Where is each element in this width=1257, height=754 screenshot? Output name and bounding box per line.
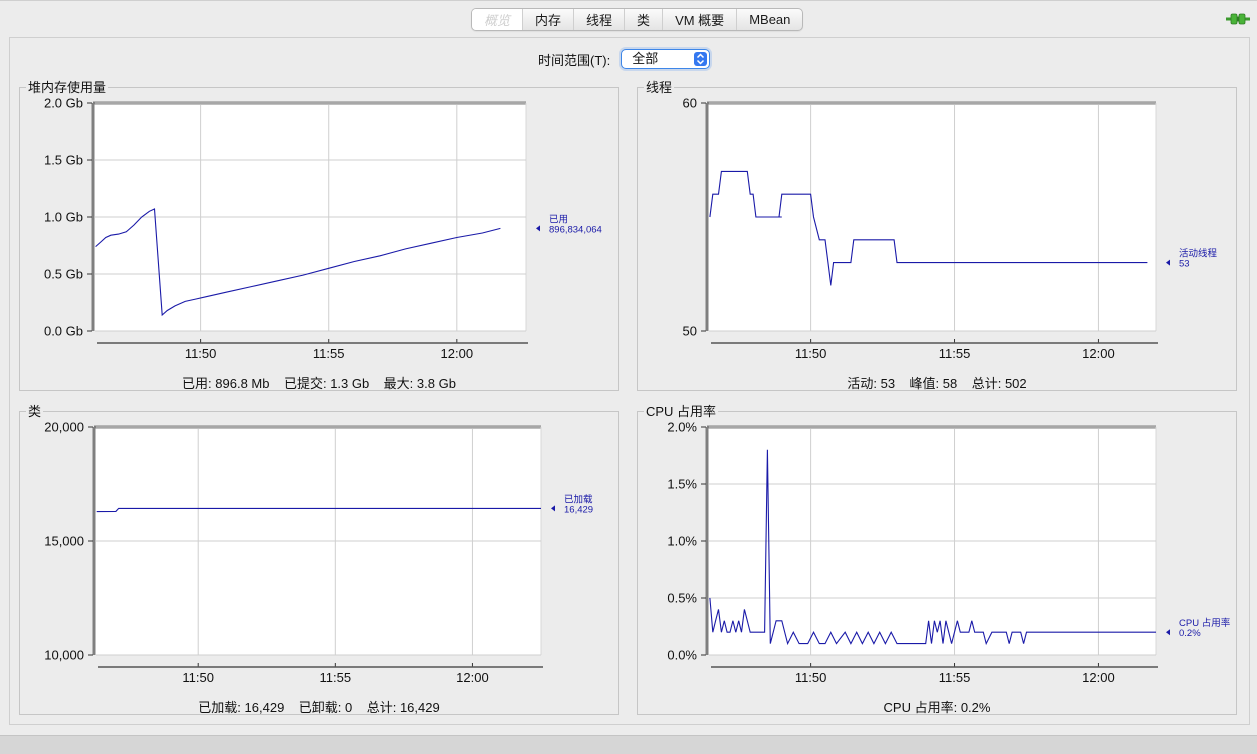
heap-memory-panel: 堆内存使用量 11:50 11:55 12:00 0.0 Gb 0.5 Gb 1.0 Gb… bbox=[19, 80, 619, 392]
tab-mbean[interactable]: MBean bbox=[736, 9, 802, 30]
summary-value: 53 bbox=[880, 376, 896, 391]
x-tick-label: 11:50 bbox=[182, 670, 214, 685]
summary-label: CPU 占用率: bbox=[883, 700, 958, 715]
classes-panel: 类 11:50 11:55 12:00 10,000 15,000 20,000 已加载 16… bbox=[19, 404, 619, 716]
x-tick-label: 11:55 bbox=[939, 346, 971, 361]
y-tick-label: 2.0% bbox=[667, 420, 697, 435]
y-tick-label: 10,000 bbox=[44, 648, 84, 663]
series-value-label: 16,429 bbox=[564, 504, 593, 515]
summary-label: 已卸载: bbox=[298, 700, 342, 715]
tab-vm-summary[interactable]: VM 概要 bbox=[662, 9, 736, 30]
summary-label: 最大: bbox=[383, 376, 414, 391]
time-range-value: 全部 bbox=[632, 51, 659, 66]
classes-summary: 已加载: 16,429 已卸载: 0 总计: 16,429 bbox=[20, 697, 618, 716]
y-tick-label: 50 bbox=[683, 324, 697, 339]
summary-value: 502 bbox=[1004, 376, 1027, 391]
current-value-marker-icon bbox=[1166, 259, 1170, 266]
y-tick-label: 60 bbox=[683, 96, 697, 111]
x-tick-label: 12:00 bbox=[441, 346, 474, 361]
y-tick-label: 20,000 bbox=[44, 420, 84, 435]
y-tick-label: 0.0% bbox=[667, 648, 697, 663]
bottom-status-bar bbox=[0, 735, 1257, 754]
summary-label: 已用: bbox=[182, 376, 212, 391]
x-tick-label: 12:00 bbox=[1082, 670, 1115, 685]
tab-bar: 概览 内存 线程 类 VM 概要 MBean bbox=[471, 8, 804, 31]
series-value-label: 896,834,064 bbox=[549, 224, 602, 235]
tab-threads[interactable]: 线程 bbox=[573, 9, 624, 30]
x-tick-label: 11:50 bbox=[185, 346, 217, 361]
x-tick-label: 11:50 bbox=[795, 346, 827, 361]
y-tick-label: 2.0 Gb bbox=[44, 96, 83, 111]
series-value-label: 0.2% bbox=[1179, 628, 1201, 639]
series-value-label: 53 bbox=[1179, 259, 1190, 270]
summary-label: 活动: bbox=[847, 376, 877, 391]
cpu-usage-chart: 11:50 11:55 12:000.0%0.5%1.0%1.5%2.0%CPU 占… bbox=[667, 420, 1230, 686]
y-tick-label: 0.5% bbox=[667, 591, 697, 606]
summary-value: 58 bbox=[942, 376, 958, 391]
time-range-select[interactable]: 全部 bbox=[621, 49, 711, 69]
summary-value: 0 bbox=[345, 700, 353, 715]
summary-value: 16,429 bbox=[244, 700, 285, 715]
threads-chart: 11:50 11:55 12:005060活动线程53 bbox=[683, 96, 1218, 362]
y-tick-label: 15,000 bbox=[44, 534, 84, 549]
summary-label: 已加载: bbox=[198, 700, 241, 715]
summary-value: 3.8 Gb bbox=[416, 376, 456, 391]
summary-label: 总计: bbox=[366, 700, 397, 715]
summary-value: 0.2% bbox=[960, 700, 991, 715]
app-window: 概览 内存 线程 类 VM 概要 MBean 时间范围(T): 全部 堆内存使用… bbox=[0, 0, 1257, 736]
x-tick-label: 11:50 bbox=[795, 670, 827, 685]
y-tick-label: 0.5 Gb bbox=[44, 267, 83, 282]
current-value-marker-icon bbox=[551, 505, 555, 512]
x-tick-label: 11:55 bbox=[313, 346, 345, 361]
heap-memory-chart: 11:50 11:55 12:00 0.0 Gb 0.5 Gb 1.0 Gb 1.5 Gb 2… bbox=[44, 96, 602, 362]
heap-memory-summary: 已用: 896.8 Mb 已提交: 1.3 Gb 最大: 3.8 Gb bbox=[20, 373, 618, 392]
summary-label: 峰值: bbox=[909, 376, 940, 391]
time-range-label: 时间范围(T): bbox=[538, 52, 611, 68]
cpu-usage-panel: CPU 占用率 11:50 11:55 12:00 0.0% 0.5% 1.0% 1.5% 2… bbox=[637, 404, 1237, 716]
x-tick-label: 12:00 bbox=[1082, 346, 1115, 361]
tab-overview[interactable]: 概览 bbox=[472, 9, 523, 30]
current-value-marker-icon bbox=[1166, 629, 1170, 636]
current-value-marker-icon bbox=[536, 225, 540, 232]
tab-classes[interactable]: 类 bbox=[624, 9, 662, 30]
classes-chart: 11:50 11:55 12:0010,00015,00020,000已加载16,4… bbox=[44, 420, 593, 686]
y-tick-label: 1.0 Gb bbox=[44, 210, 83, 225]
tab-memory[interactable]: 内存 bbox=[522, 9, 573, 30]
summary-label: 已提交: bbox=[283, 376, 327, 391]
y-tick-label: 1.5% bbox=[667, 477, 697, 492]
x-tick-label: 12:00 bbox=[456, 670, 489, 685]
summary-value: 896.8 Mb bbox=[215, 376, 270, 391]
summary-value: 1.3 Gb bbox=[330, 376, 370, 391]
cpu-usage-summary: CPU 占用率: 0.2% bbox=[638, 697, 1236, 716]
time-range-row: 时间范围(T): 全部 bbox=[538, 47, 711, 71]
connection-plug-icon[interactable] bbox=[1226, 11, 1250, 27]
y-tick-label: 0.0 Gb bbox=[44, 324, 83, 339]
x-tick-label: 11:55 bbox=[939, 670, 971, 685]
threads-summary: 活动: 53 峰值: 58 总计: 502 bbox=[638, 373, 1236, 392]
y-tick-label: 1.0% bbox=[667, 534, 697, 549]
select-arrows-icon bbox=[694, 52, 708, 66]
x-tick-label: 11:55 bbox=[320, 670, 352, 685]
summary-label: 总计: bbox=[971, 376, 1002, 391]
summary-value: 16,429 bbox=[399, 700, 440, 715]
threads-panel: 线程 11:50 11:55 12:00 50 60 活动线程 53 活动: 53 峰值: … bbox=[637, 80, 1237, 392]
y-tick-label: 1.5 Gb bbox=[44, 153, 83, 168]
